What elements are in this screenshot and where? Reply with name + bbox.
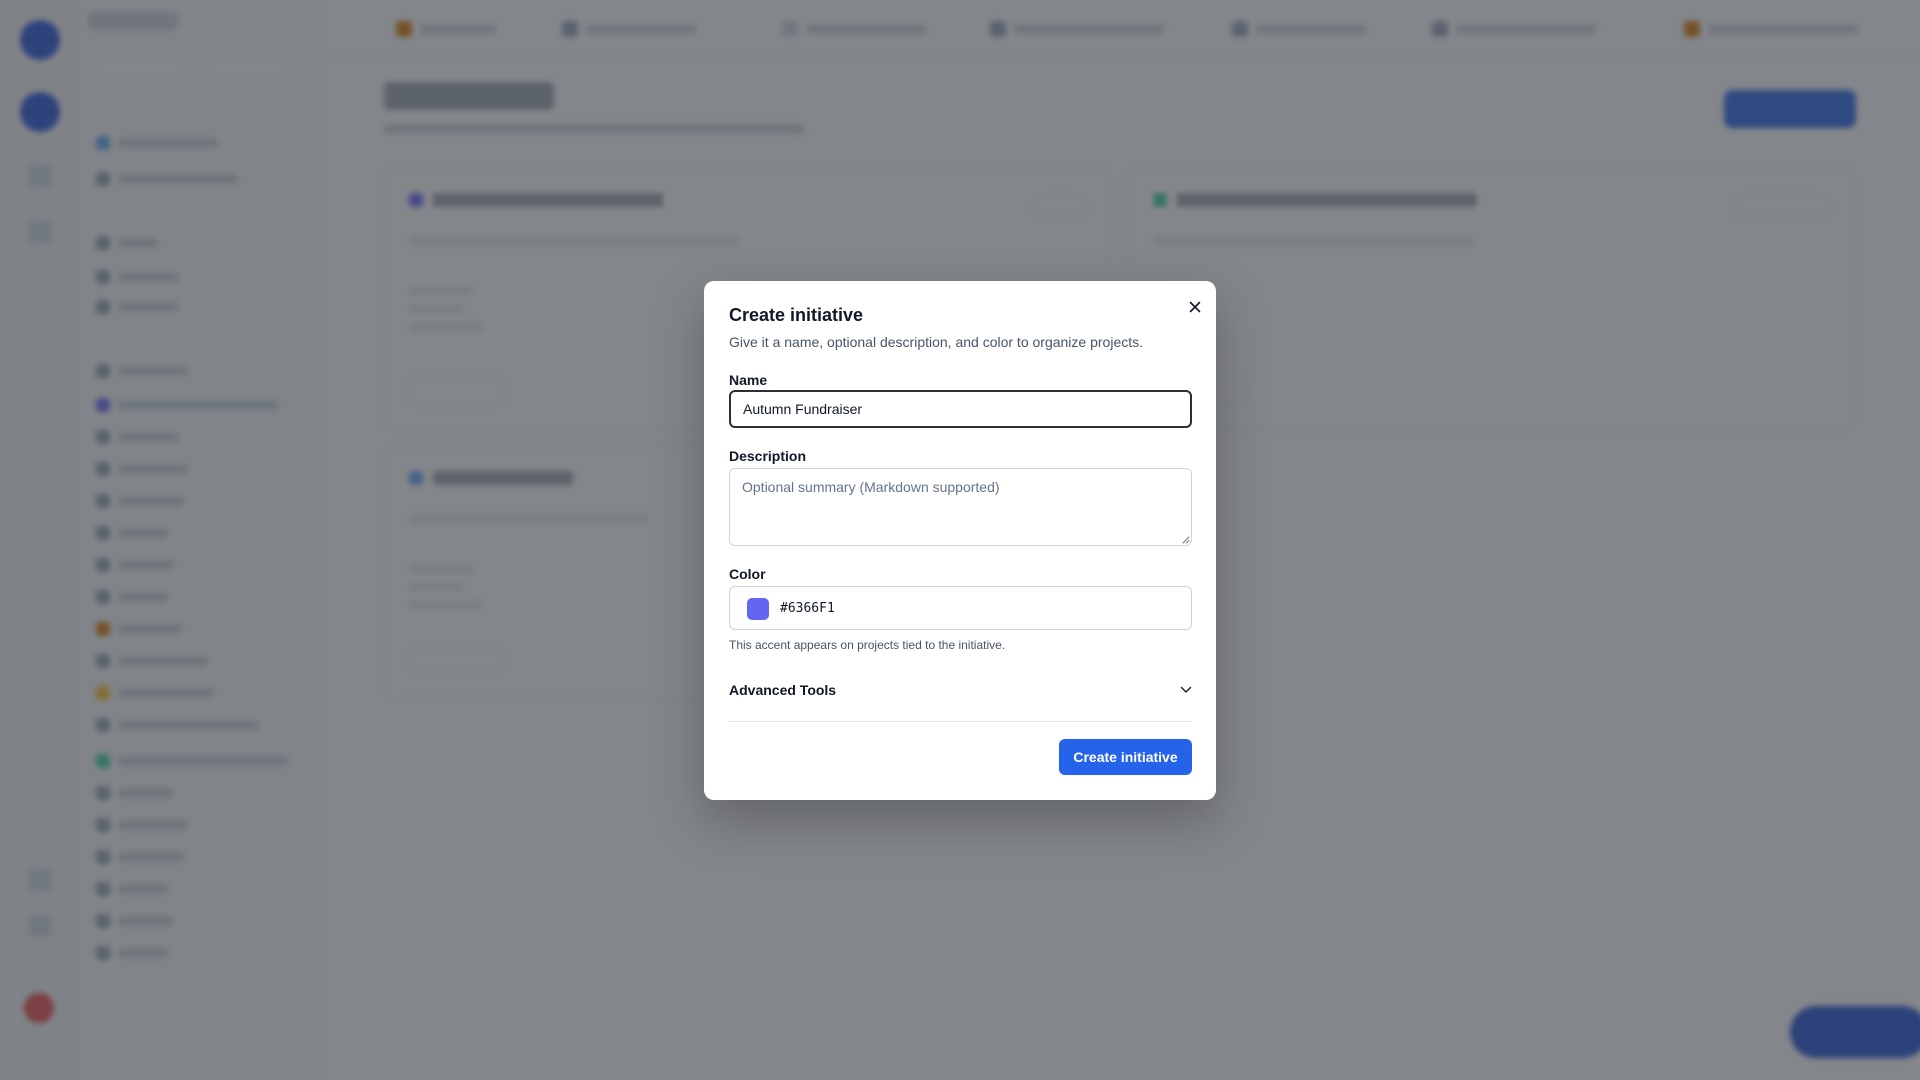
name-label: Name [729, 372, 768, 388]
divider [729, 721, 1192, 722]
name-input[interactable] [729, 390, 1192, 428]
description-textarea[interactable] [729, 468, 1192, 546]
color-picker-field[interactable]: #6366F1 [729, 586, 1192, 630]
chevron-down-icon [1180, 686, 1192, 693]
advanced-tools-label: Advanced Tools [729, 682, 837, 698]
color-label: Color [729, 566, 766, 582]
create-initiative-dialog: Create initiative Give it a name, option… [704, 281, 1216, 800]
close-button[interactable] [1184, 296, 1206, 318]
color-swatch[interactable] [747, 598, 769, 620]
color-hex-value[interactable]: #6366F1 [780, 601, 835, 616]
create-initiative-button[interactable]: Create initiative [1059, 739, 1192, 775]
color-hint: This accent appears on projects tied to … [729, 638, 1006, 652]
advanced-tools-toggle[interactable]: Advanced Tools [729, 677, 1192, 703]
resize-handle-icon[interactable] [1182, 536, 1190, 544]
dialog-subtitle: Give it a name, optional description, an… [729, 334, 1144, 350]
close-icon [1189, 301, 1201, 313]
description-label: Description [729, 448, 807, 464]
dialog-title: Create initiative [729, 305, 864, 325]
